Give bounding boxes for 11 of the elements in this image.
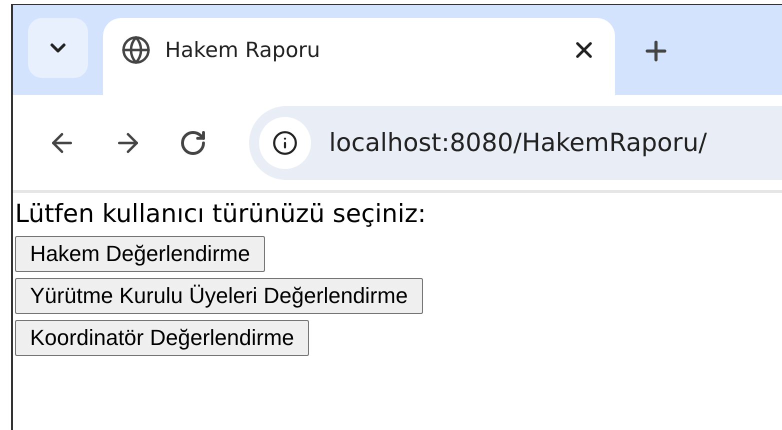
role-button[interactable]: Yürütme Kurulu Üyeleri Değerlendirme <box>15 278 423 314</box>
tab-title: Hakem Raporu <box>165 38 322 62</box>
browser-tab[interactable]: Hakem Raporu <box>103 18 615 95</box>
prompt-text: Lütfen kullanıcı türünüzü seçiniz: <box>15 199 426 228</box>
globe-icon <box>121 34 151 64</box>
address-bar[interactable]: localhost:8080/HakemRaporu/ <box>249 106 782 180</box>
role-button[interactable]: Hakem Değerlendirme <box>15 236 266 272</box>
info-icon[interactable] <box>259 116 311 168</box>
reload-icon[interactable] <box>179 128 207 156</box>
url-text: localhost:8080/HakemRaporu/ <box>329 128 707 157</box>
role-button[interactable]: Koordinatör Değerlendirme <box>15 320 310 356</box>
